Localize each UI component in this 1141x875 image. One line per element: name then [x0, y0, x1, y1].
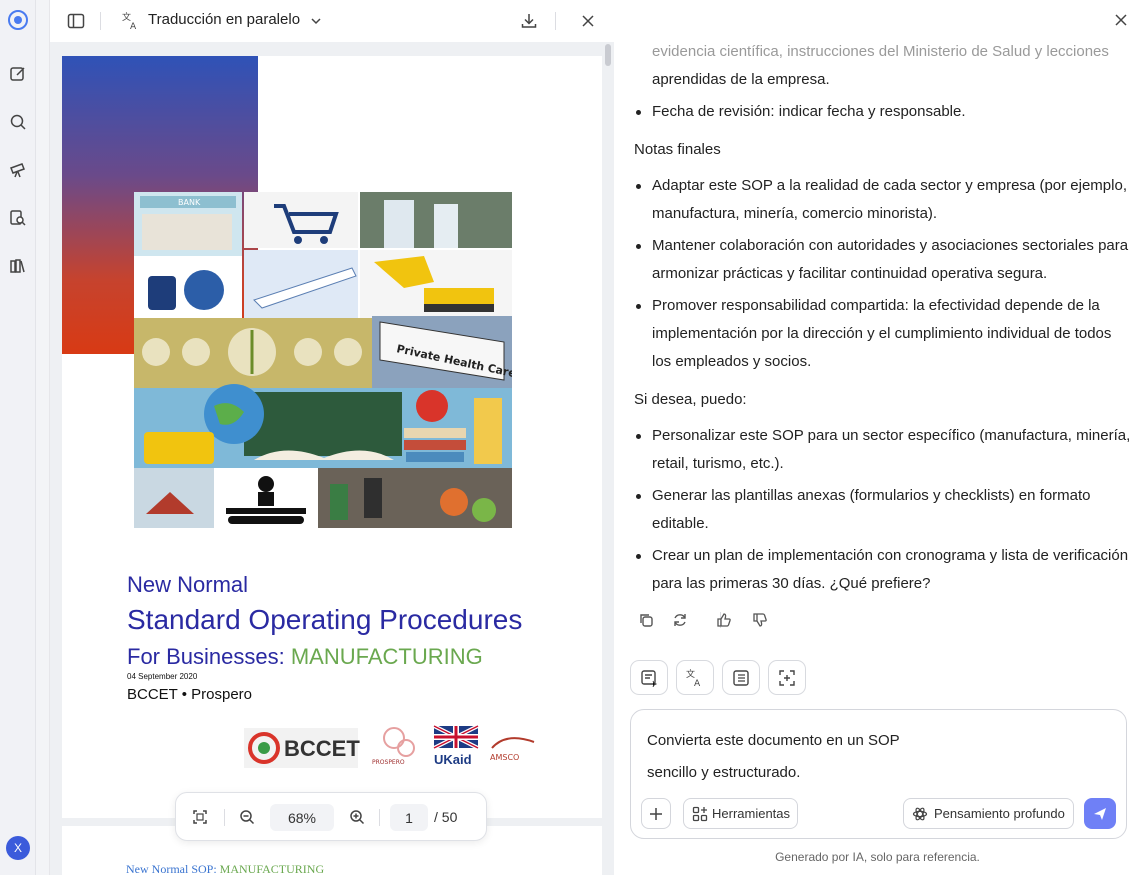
offer-list: Personalizar este SOP para un sector esp…	[634, 422, 1134, 598]
cover-date: 04 September 2020	[127, 672, 198, 681]
send-button[interactable]	[1084, 798, 1116, 829]
zoom-divider	[224, 809, 225, 826]
user-avatar[interactable]: X	[6, 836, 30, 860]
page2-sector: MANUFACTURING	[219, 862, 325, 875]
tools-button[interactable]: Herramientas	[683, 798, 798, 829]
zoom-divider	[379, 809, 380, 826]
chat-pane: evidencia científica, instrucciones del …	[614, 0, 1141, 875]
cover-for-businesses: For Businesses:	[127, 644, 291, 669]
cover-sector-line: For Businesses: MANUFACTURING	[127, 644, 483, 670]
outline-button[interactable]	[722, 660, 760, 695]
search-icon[interactable]	[6, 110, 30, 134]
send-icon	[1094, 807, 1106, 820]
assistant-message: evidencia científica, instrucciones del …	[634, 38, 1134, 598]
document-toolbar: 文A Traducción en paralelo	[50, 0, 614, 42]
svg-text:BCCET: BCCET	[284, 736, 360, 761]
zoom-level[interactable]: 68%	[270, 804, 334, 831]
partner-logos: BCCET PROSPERO UKaid AMSCO	[244, 724, 544, 774]
new-chat-icon[interactable]	[6, 62, 30, 86]
ai-disclaimer: Generado por IA, solo para referencia.	[775, 850, 980, 864]
document-pane: 文A Traducción en paralelo BANK Private H…	[49, 0, 614, 875]
list-item: Crear un plan de implementación con cron…	[634, 542, 1134, 598]
cover-sector: MANUFACTURING	[290, 644, 483, 669]
doc-search-icon[interactable]	[6, 206, 30, 230]
list-item: Promover responsabilidad compartida: la …	[634, 292, 1134, 376]
telescope-icon[interactable]	[6, 158, 30, 182]
translate-icon: 文A	[119, 9, 143, 33]
notes-list: Adaptar este SOP a la realidad de cada s…	[634, 172, 1134, 376]
zoom-out-icon[interactable]	[235, 805, 259, 829]
download-icon[interactable]	[517, 9, 541, 33]
continued-line: aprendidas de la empresa.	[652, 71, 830, 88]
cover-collage-image: BANK Private Health Care	[134, 192, 517, 528]
svg-text:BANK: BANK	[178, 198, 201, 207]
svg-text:UKaid: UKaid	[434, 752, 472, 767]
tools-icon	[692, 806, 708, 821]
list-item: Adaptar este SOP a la realidad de cada s…	[634, 172, 1134, 228]
copy-icon[interactable]	[634, 608, 658, 632]
sidebar-toggle-icon[interactable]	[64, 9, 88, 33]
mindmap-button[interactable]	[768, 660, 806, 695]
notes-heading: Notas finales	[634, 141, 721, 158]
list-item: Mantener colaboración con autoridades y …	[634, 232, 1134, 288]
thumbs-up-icon[interactable]	[712, 608, 736, 632]
regenerate-icon[interactable]	[668, 608, 692, 632]
deep-thinking-button[interactable]: Pensamiento profundo	[903, 798, 1074, 829]
page2-header: New Normal SOP: MANUFACTURING	[126, 862, 324, 875]
svg-text:A: A	[694, 679, 701, 688]
zoom-toolbar: 68% 1 / 50	[175, 792, 487, 841]
close-chat-icon[interactable]	[1109, 8, 1133, 32]
thumbs-down-icon[interactable]	[748, 608, 772, 632]
svg-text:AMSCO: AMSCO	[490, 753, 519, 762]
tools-label: Herramientas	[712, 806, 791, 821]
atom-icon	[912, 807, 928, 820]
faded-line: evidencia científica, instrucciones del …	[652, 43, 1109, 60]
chevron-down-icon[interactable]	[304, 9, 328, 33]
composer-input[interactable]: Convierta este documento en un SOP senci…	[647, 725, 907, 789]
list-item: Fecha de revisión: indicar fecha y respo…	[634, 98, 1134, 126]
document-viewer[interactable]: BANK Private Health Care New Normal Stan…	[50, 42, 614, 875]
app-window: X 文A Traducción en paralelo BANK Private…	[0, 0, 1141, 875]
add-attachment-button[interactable]	[641, 798, 671, 829]
translate-button[interactable]: 文A	[676, 660, 714, 695]
svg-text:PROSPERO: PROSPERO	[372, 759, 405, 766]
zoom-in-icon[interactable]	[345, 805, 369, 829]
close-icon[interactable]	[576, 9, 600, 33]
library-icon[interactable]	[6, 254, 30, 278]
app-logo-icon[interactable]	[6, 8, 30, 32]
cover-organizations: BCCET • Prospero	[127, 686, 253, 703]
page2-prefix: New Normal SOP:	[126, 862, 220, 875]
list-item: Personalizar este SOP para un sector esp…	[634, 422, 1134, 478]
scrollbar[interactable]	[605, 44, 611, 66]
page-number-input[interactable]: 1	[390, 804, 428, 831]
list-item: Generar las plantillas anexas (formulari…	[634, 482, 1134, 538]
left-rail: X	[0, 0, 36, 875]
fit-page-icon[interactable]	[188, 805, 212, 829]
svg-text:A: A	[130, 22, 137, 31]
document-page: BANK Private Health Care New Normal Stan…	[62, 56, 602, 818]
cover-title: Standard Operating Procedures	[127, 604, 523, 635]
chat-composer[interactable]: Convierta este documento en un SOP senci…	[630, 709, 1127, 839]
offer-heading: Si desea, puedo:	[634, 391, 747, 408]
deep-thinking-label: Pensamiento profundo	[934, 806, 1065, 821]
page-total: / 50	[434, 809, 458, 825]
view-mode-title[interactable]: Traducción en paralelo	[148, 11, 300, 28]
revision-list: Fecha de revisión: indicar fecha y respo…	[634, 98, 1134, 126]
summarize-button[interactable]	[630, 660, 668, 695]
toolbar-divider	[555, 12, 556, 30]
cover-subtitle: New Normal	[127, 572, 249, 597]
toolbar-divider	[100, 12, 101, 30]
